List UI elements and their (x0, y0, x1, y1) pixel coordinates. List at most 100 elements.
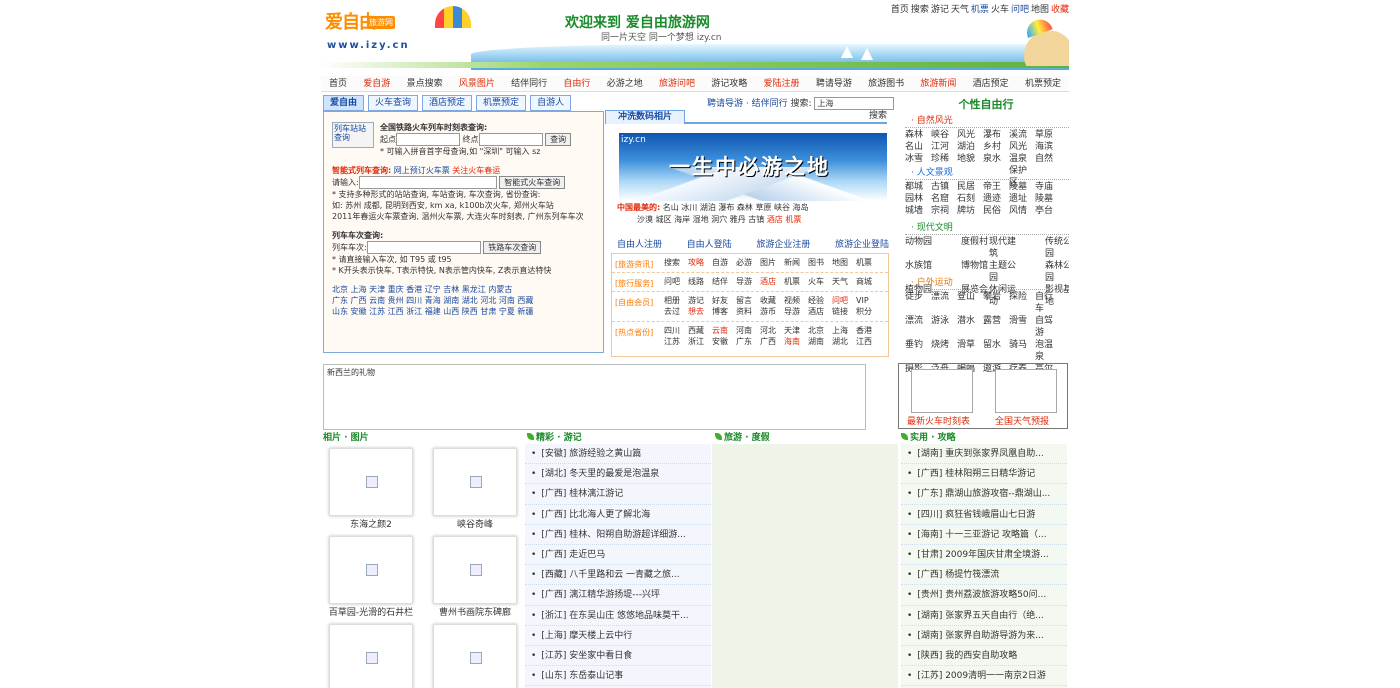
train-query-image[interactable]: 列车站站查询 (332, 122, 374, 148)
smart-query-button[interactable]: 智能式火车查询 (499, 176, 566, 189)
right-section-link[interactable]: 露营 (983, 315, 1009, 339)
right-section-link[interactable]: 滑草 (957, 339, 983, 363)
right-section-link[interactable]: 乡村 (983, 141, 1009, 153)
service-link[interactable]: 河北 (760, 326, 784, 336)
gallery-item[interactable] (425, 620, 525, 688)
service-link[interactable]: 机票 (784, 277, 808, 287)
member-link[interactable]: 旅游企业注册 (756, 237, 810, 250)
service-link[interactable]: 链接 (832, 307, 856, 317)
service-link[interactable]: 去过 (664, 307, 688, 317)
right-section-link[interactable] (1017, 236, 1045, 260)
right-section-link[interactable]: 石刻 (957, 193, 983, 205)
service-link[interactable]: 图片 (760, 258, 784, 268)
service-link[interactable]: 机票 (856, 258, 880, 268)
train-schedule-image[interactable] (911, 369, 973, 413)
right-section-link[interactable]: 溪流 (1009, 129, 1035, 141)
list-item[interactable]: [贵州] 贵州荔波旅游攻略50问... (901, 585, 1067, 606)
service-link[interactable]: 图书 (808, 258, 832, 268)
gallery-item[interactable]: 曹州书画院东碑廊 (425, 532, 525, 619)
list-item[interactable]: [海南] 十一三亚游记 攻略篇（... (901, 525, 1067, 545)
list-item[interactable]: [广西] 桂林漓江游记 (525, 484, 711, 505)
nav-item[interactable]: 必游之地 (607, 76, 643, 91)
service-link[interactable]: 河南 (736, 326, 760, 336)
service-link[interactable]: 云南 (712, 326, 736, 336)
service-link[interactable]: 问吧 (832, 296, 856, 306)
right-section-link[interactable]: 传统公园 (1045, 236, 1069, 260)
train-number-button[interactable]: 铁路车次查询 (483, 241, 542, 254)
right-section-link[interactable]: 登山 (957, 291, 983, 315)
service-link[interactable]: 西藏 (688, 326, 712, 336)
service-link[interactable]: 资料 (736, 307, 760, 317)
gallery-thumb[interactable] (433, 448, 517, 516)
guide-partner-links[interactable]: 聘请导游 · 结伴同行 (707, 99, 788, 109)
list-item[interactable]: [山东] 东岳泰山记事 (525, 666, 711, 687)
service-link[interactable]: 湖南 (808, 337, 832, 347)
scenic-row-2[interactable]: 沙漠 城区 海岸 湿地 洞穴 雅丹 古镇 (637, 215, 764, 224)
right-section-link[interactable]: 滑雪 (1009, 315, 1035, 339)
right-section-link[interactable]: 宗祠 (931, 205, 957, 217)
service-link[interactable]: 湖北 (832, 337, 856, 347)
right-section-link[interactable]: 动物园 (905, 236, 933, 260)
gallery-thumb[interactable] (329, 624, 413, 688)
right-section-link[interactable]: 风光 (1009, 141, 1035, 153)
service-link[interactable]: 搜索 (664, 258, 688, 268)
service-link[interactable]: 积分 (856, 307, 880, 317)
right-section-link[interactable]: 漂流 (905, 315, 931, 339)
top-link[interactable]: 游记 (931, 5, 949, 15)
left-tab[interactable]: 爱自由 (323, 95, 365, 111)
right-section-link[interactable]: 草原 (1035, 129, 1061, 141)
right-section-link[interactable]: 瀑布 (983, 129, 1009, 141)
list-item[interactable]: [广西] 比北海人更了解北海 (525, 505, 711, 525)
right-section-link[interactable]: 民居 (957, 181, 983, 193)
nav-item[interactable]: 风景图片 (459, 76, 495, 91)
top-link[interactable]: 首页 (891, 5, 909, 15)
left-tab[interactable]: 酒店预定 (422, 95, 473, 111)
right-section-link[interactable]: 遗址 (1009, 193, 1035, 205)
right-section-link[interactable]: 海滨 (1035, 141, 1061, 153)
list-item[interactable]: [广西] 桂林阳朔三日精华游记 (901, 464, 1067, 485)
list-item[interactable]: [江苏] 安坐家中看日食 (525, 646, 711, 667)
list-item[interactable]: [甘肃] 2009年国庆甘肃全境游... (901, 545, 1067, 566)
right-section-link[interactable]: 潜水 (957, 315, 983, 339)
top-link[interactable]: 火车 (991, 5, 1009, 15)
right-section-link[interactable]: 风光 (957, 129, 983, 141)
city-links-1[interactable]: 北京 上海 天津 重庆 香港 辽宁 吉林 黑龙江 内蒙古 (332, 284, 595, 295)
scenic-ticket-link[interactable]: 机票 (785, 215, 801, 224)
right-section-link[interactable] (933, 236, 961, 260)
right-section-link[interactable]: 牌坊 (957, 205, 983, 217)
top-link[interactable]: 地图 (1031, 5, 1049, 15)
service-link[interactable]: 想去 (688, 307, 712, 317)
city-links-2[interactable]: 广东 广西 云南 贵州 四川 青海 湖南 湖北 河北 河南 西藏 (332, 295, 595, 306)
right-section-link[interactable]: 遗迹 (983, 193, 1009, 205)
right-section-link[interactable]: 游泳 (931, 315, 957, 339)
service-link[interactable]: 视频 (784, 296, 808, 306)
spring-travel-link[interactable]: 关注火车春运 (452, 166, 500, 175)
gallery-item[interactable]: 东海之颜2 (321, 444, 421, 531)
right-section-link[interactable]: 自行车 (1035, 291, 1061, 315)
service-link[interactable]: 江苏 (664, 337, 688, 347)
service-link[interactable]: 游记 (688, 296, 712, 306)
list-item[interactable]: [四川] 疯狂省钱峨眉山七日游 (901, 505, 1067, 525)
nav-item[interactable]: 爱陆注册 (764, 76, 800, 91)
right-section-link[interactable]: 风情 (1009, 205, 1035, 217)
service-link[interactable]: 相册 (664, 296, 688, 306)
right-section-link[interactable]: 名山 (905, 141, 931, 153)
scenic-hotel-link[interactable]: 酒店 (767, 215, 783, 224)
service-link[interactable]: 酒店 (760, 277, 784, 287)
service-link[interactable]: 四川 (664, 326, 688, 336)
ad-banner[interactable]: 新西兰的礼物 (323, 364, 866, 430)
service-link[interactable]: 酒店 (808, 307, 832, 317)
member-link[interactable]: 自由人注册 (617, 237, 662, 250)
nav-item[interactable]: 游记攻略 (711, 76, 747, 91)
service-link[interactable]: 安徽 (712, 337, 736, 347)
service-link[interactable]: 游币 (760, 307, 784, 317)
list-item[interactable]: [西藏] 八千里路和云 一青藏之旅... (525, 565, 711, 586)
list-item[interactable]: [湖北] 冬天里的最爱是泡温泉 (525, 464, 711, 485)
service-link[interactable]: 导游 (784, 307, 808, 317)
right-section-link[interactable]: 名窟 (931, 193, 957, 205)
right-section-link[interactable]: 自驾游 (1035, 315, 1061, 339)
service-link[interactable]: 经验 (808, 296, 832, 306)
left-tab[interactable]: 自游人 (530, 95, 572, 111)
site-logo[interactable]: 爱自由 旅游网 www.izy.cn (323, 6, 473, 56)
list-item[interactable]: [广西] 走近巴马 (525, 545, 711, 566)
